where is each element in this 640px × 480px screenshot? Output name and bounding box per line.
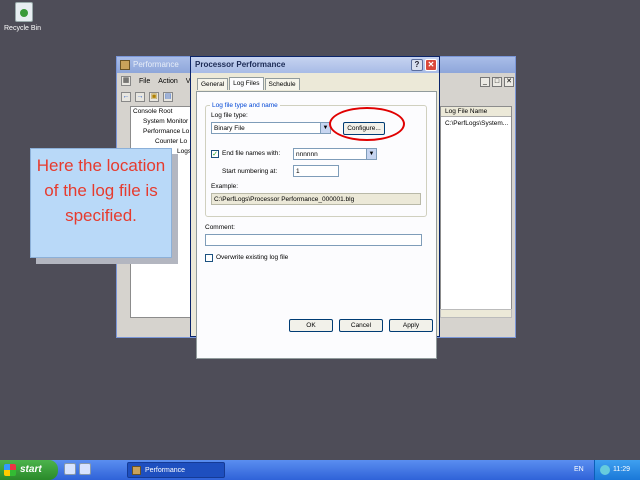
quick-launch (64, 463, 91, 475)
highlight-ellipse (329, 107, 405, 141)
back-arrow-icon[interactable]: ← (121, 92, 131, 102)
dialog-titlebar[interactable]: Processor Performance ? ✕ (191, 57, 439, 73)
example-path: C:\PerfLogs\Processor Performance_000001… (211, 193, 421, 205)
inner-window-controls: _ □ ✕ (480, 77, 514, 87)
tree-item-performance-logs[interactable]: Performance Lo (133, 127, 191, 137)
internet-explorer-icon[interactable] (79, 463, 91, 475)
tab-log-files[interactable]: Log Files (229, 77, 264, 90)
tab-schedule[interactable]: Schedule (264, 78, 300, 90)
performance-app-icon (120, 60, 130, 70)
apply-button[interactable]: Apply (389, 319, 433, 332)
recycle-bin-label: Recycle Bin (4, 25, 41, 32)
processor-performance-dialog: Processor Performance ? ✕ General Log Fi… (190, 56, 440, 359)
column-header-log-file-name[interactable]: Log File Name (441, 107, 511, 117)
end-file-names-checkbox[interactable]: ✓ (211, 150, 219, 158)
taskbar (0, 460, 640, 480)
show-tree-icon[interactable]: ▤ (163, 92, 173, 102)
log-file-type-select[interactable]: Binary File ▼ (211, 122, 331, 134)
language-indicator[interactable]: EN (574, 462, 584, 478)
start-button[interactable]: start (0, 460, 58, 480)
show-desktop-icon[interactable] (64, 463, 76, 475)
recycle-bin-icon (15, 2, 33, 22)
start-numbering-input[interactable]: 1 (293, 165, 339, 177)
inner-close-button[interactable]: ✕ (504, 77, 514, 87)
inner-restore-button[interactable]: □ (492, 77, 502, 87)
recycle-bin-shortcut[interactable]: Recycle Bin (4, 2, 44, 36)
ok-button[interactable]: OK (289, 319, 333, 332)
instruction-callout: Here the location of the log file is spe… (30, 148, 172, 258)
tree-item-counter-logs[interactable]: Counter Lo (133, 137, 191, 147)
comment-label: Comment: (205, 224, 235, 231)
dialog-tabs: General Log Files Schedule (197, 77, 301, 90)
comment-input[interactable] (205, 234, 422, 246)
system-tray: 11:29 (594, 460, 640, 480)
console-menu-icon[interactable]: ▦ (121, 76, 131, 86)
log-file-type-value: Binary File (214, 125, 245, 132)
tab-general[interactable]: General (197, 78, 229, 90)
log-file-type-label: Log file type: (211, 112, 248, 119)
end-file-names-label: End file names with: (222, 150, 281, 157)
start-label: start (20, 464, 42, 475)
chevron-down-icon[interactable]: ▼ (366, 149, 376, 159)
tree-item-console-root[interactable]: Console Root (133, 107, 191, 117)
windows-logo-icon (4, 464, 16, 476)
end-file-names-select[interactable]: nnnnnn ▼ (293, 148, 377, 160)
menu-action[interactable]: Action (158, 78, 177, 85)
taskbar-item-performance[interactable]: Performance (127, 462, 225, 478)
performance-app-icon (132, 466, 141, 475)
forward-arrow-icon[interactable]: → (135, 92, 145, 102)
tree-item-system-monitor[interactable]: System Monitor (133, 117, 191, 127)
overwrite-label: Overwrite existing log file (216, 254, 289, 261)
log-list-panel: Log File Name C:\PerfLogs\System... (440, 106, 512, 318)
inner-minimize-button[interactable]: _ (480, 77, 490, 87)
log-list-item[interactable]: C:\PerfLogs\System... (441, 117, 511, 130)
network-icon[interactable] (600, 465, 610, 475)
example-label: Example: (211, 183, 239, 190)
cancel-button[interactable]: Cancel (339, 319, 383, 332)
overwrite-checkbox[interactable] (205, 254, 213, 262)
group-label: Log file type and name (212, 102, 278, 109)
horizontal-scrollbar[interactable] (440, 309, 512, 318)
menu-file[interactable]: File (139, 78, 150, 85)
taskbar-item-label: Performance (145, 467, 186, 474)
up-folder-icon[interactable]: ▣ (149, 92, 159, 102)
clock[interactable]: 11:29 (613, 466, 630, 473)
performance-window-title: Performance (133, 60, 179, 69)
dialog-close-button[interactable]: ✕ (425, 59, 437, 71)
end-file-names-value: nnnnnn (296, 151, 318, 158)
start-numbering-label: Start numbering at: (222, 168, 278, 175)
dialog-title: Processor Performance (195, 60, 286, 69)
help-button[interactable]: ? (411, 59, 423, 71)
